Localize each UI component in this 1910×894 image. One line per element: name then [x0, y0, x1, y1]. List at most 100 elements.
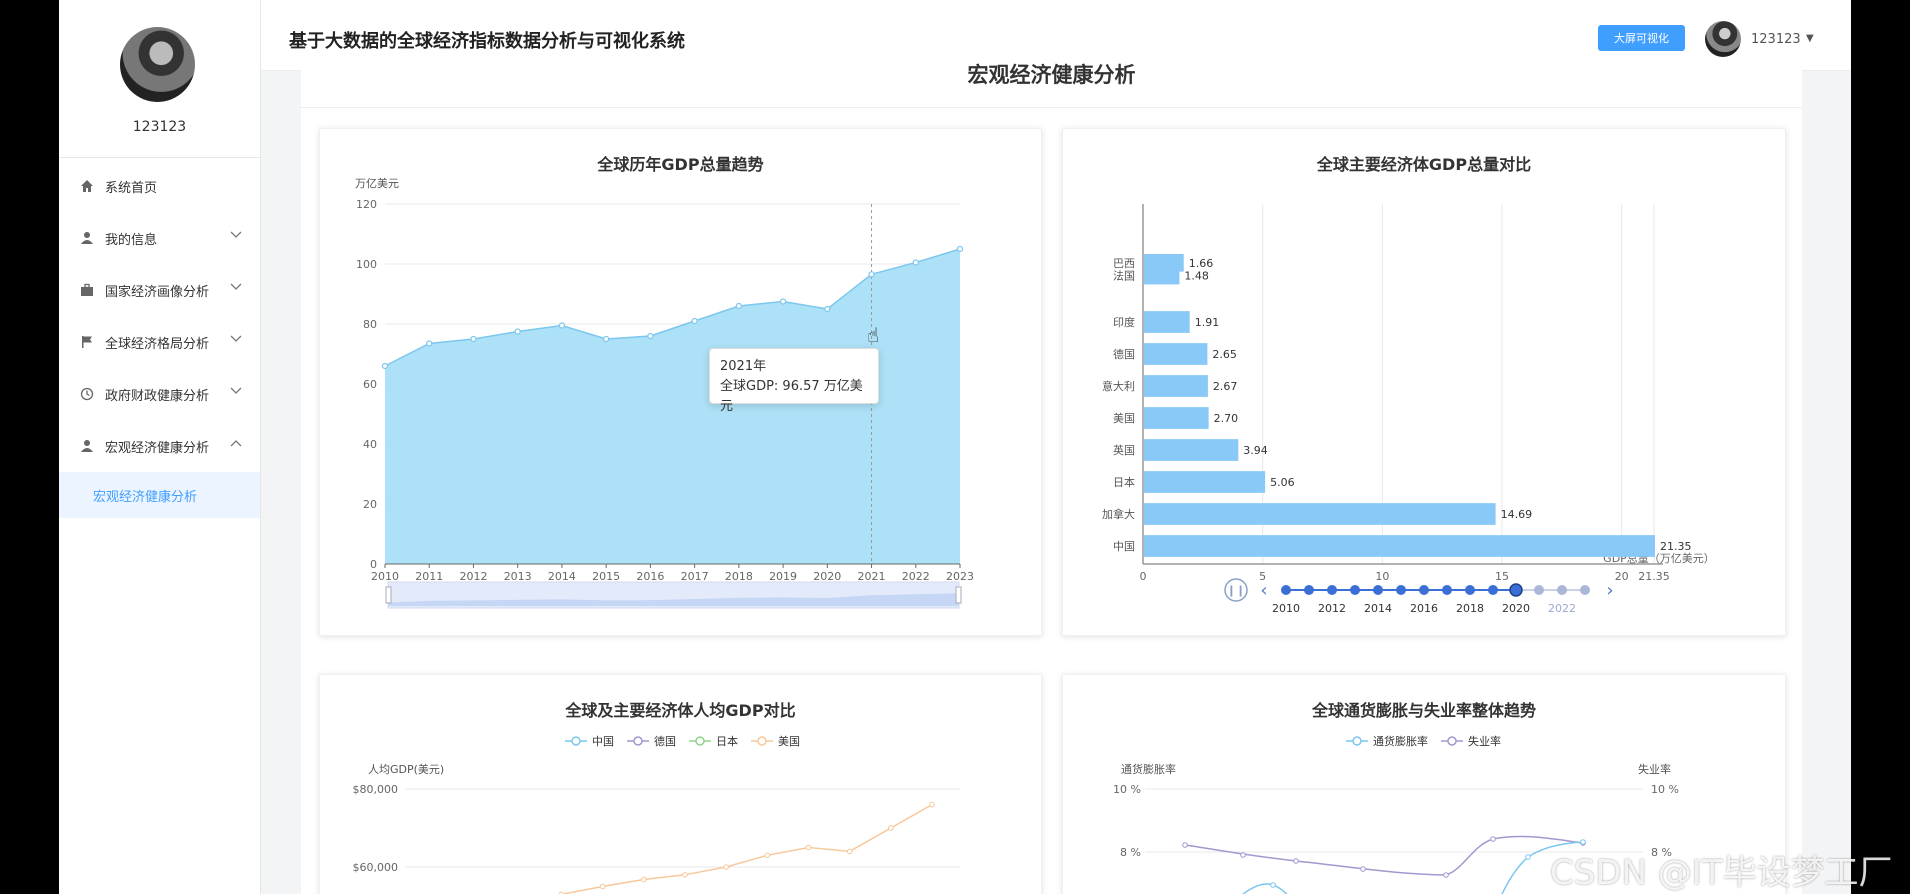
zoom-slider-handle-right: [955, 586, 962, 604]
bar-value-label: 1.66: [1189, 257, 1214, 270]
x-tick-label: 10: [1375, 570, 1389, 583]
legend-marker: [757, 736, 767, 746]
legend-label: 美国: [778, 735, 800, 748]
legend-marker: [571, 736, 581, 746]
chevron-down-icon: [230, 283, 242, 294]
timeline-point: [1442, 585, 1452, 595]
y-axis-label: 万亿美元: [355, 177, 399, 190]
x-tick-label: 2013: [504, 570, 532, 583]
briefcase-icon: [79, 282, 95, 298]
data-point: [1580, 839, 1586, 845]
clock-icon: [79, 386, 95, 402]
y-tick-label: 100: [356, 258, 377, 271]
legend-marker: [695, 736, 705, 746]
data-point: [647, 332, 654, 340]
x-tick-label: 20: [1615, 570, 1629, 583]
sidebar-item-home[interactable]: 系统首页: [59, 160, 260, 212]
gdp-trend-chart[interactable]: 万亿美元0204060801001202010 2011 2012 2013 2014 2…: [320, 129, 1041, 635]
y-tick-label: 美国: [1113, 412, 1135, 425]
gdp-trend-card: 全球历年GDP总量趋势 万亿美元 0 20 40 60 80 100 120 2010 2011 2…: [319, 128, 1042, 636]
sidebar-menu: 系统首页 我的信息 国家经济画像分析 全球经济格局分析 政府财政健康分析 宏观经…: [59, 160, 260, 518]
page-title: 宏观经济健康分析: [301, 65, 1802, 108]
y-tick-label: 加拿大: [1102, 507, 1135, 521]
y-tick-label: 中国: [1113, 540, 1135, 553]
data-point: [1360, 866, 1366, 872]
bar: [1144, 407, 1209, 429]
bar: [1144, 535, 1655, 557]
y-tick-label: 意大利: [1102, 379, 1135, 393]
per-capita-chart[interactable]: 中国 德国 日本 美国人均GDP(美元) $80,000 $60,000: [320, 675, 1041, 894]
timeline-point: [1327, 585, 1337, 595]
data-point: [956, 245, 964, 253]
bar-value-label: 5.06: [1270, 476, 1295, 489]
bar-value-label: 1.48: [1184, 270, 1209, 283]
bar: [1144, 503, 1496, 525]
timeline-label: 2014: [1364, 602, 1392, 615]
legend-marker: [1352, 736, 1362, 746]
legend-label: 通货膨胀率: [1373, 734, 1428, 748]
timeline-point: [1396, 585, 1406, 595]
timeline-point: [1488, 585, 1498, 595]
sidebar-item-label: 系统首页: [105, 180, 158, 196]
bar: [1144, 311, 1190, 333]
hand-cursor-icon: ☝: [867, 323, 880, 347]
sidebar-subitem-macro-health[interactable]: 宏观经济健康分析: [59, 472, 260, 518]
data-point: [426, 340, 433, 347]
y-axis-label: 人均GDP(美元): [368, 763, 444, 776]
header-bar: 基于大数据的全球经济指标数据分析与可视化系统 大屏可视化 123123 ▼: [261, 0, 1851, 71]
bar-value-label: 14.69: [1501, 508, 1533, 521]
sidebar-item-label: 宏观经济健康分析: [105, 440, 210, 456]
x-tick-label: 2021: [858, 570, 886, 583]
data-point: [603, 335, 610, 343]
timeline-point: [1580, 585, 1590, 595]
chevron-left-icon: ‹: [1260, 580, 1267, 601]
bar-value-label: 2.65: [1212, 348, 1237, 361]
data-point: [1525, 854, 1531, 860]
app-window: 123123 系统首页 我的信息 国家经济画像分析 全球经济格局分析 政府财政健…: [59, 0, 1851, 894]
timeline-point: [1373, 585, 1383, 595]
y-tick-label-right: 10 %: [1651, 783, 1679, 796]
y-tick-label: 120: [356, 198, 377, 211]
data-point: [641, 876, 647, 883]
data-point: [723, 864, 729, 870]
data-point: [735, 302, 742, 310]
y-tick-label: 德国: [1113, 347, 1135, 361]
x-tick-label: 2011: [415, 570, 443, 583]
legend-label: 日本: [716, 734, 738, 748]
timeline-point: [1419, 585, 1429, 595]
gdp-compare-card: 全球主要经济体GDP总量对比 0 5 10 15 20 21.35 GDP总量（万亿美元） 2…: [1062, 128, 1786, 636]
user-icon: [79, 230, 95, 246]
header-username[interactable]: 123123: [1751, 32, 1801, 47]
sidebar-divider: [59, 157, 260, 158]
caret-down-icon[interactable]: ▼: [1806, 33, 1814, 44]
x-tick-label: 2022: [902, 570, 930, 583]
sidebar-item-fiscal-health[interactable]: 政府财政健康分析: [59, 368, 260, 420]
home-icon: [79, 178, 95, 194]
y-tick-label: 巴西: [1113, 257, 1135, 270]
data-point: [381, 362, 389, 370]
sidebar-item-my-info[interactable]: 我的信息: [59, 212, 260, 264]
avatar[interactable]: [1705, 21, 1741, 57]
y-axis-label-left: 通货膨胀率: [1121, 762, 1176, 776]
sidebar-item-label: 全球经济格局分析: [105, 336, 210, 352]
data-point: [691, 317, 698, 325]
bar: [1144, 375, 1208, 397]
sidebar-avatar[interactable]: [120, 27, 195, 102]
data-point: [1293, 858, 1299, 864]
timeline-point: [1281, 585, 1291, 595]
y-tick-label: 60: [363, 378, 377, 391]
bar-value-label: 2.70: [1214, 412, 1239, 425]
data-point: [1443, 872, 1449, 878]
data-point: [1270, 882, 1276, 888]
gdp-compare-chart[interactable]: 0 5 10 15 20 21.35GDP总量（万亿美元）21.35中国14.69加拿大5…: [1063, 129, 1785, 635]
page-header-title: 基于大数据的全球经济指标数据分析与可视化系统: [289, 31, 685, 52]
sidebar-item-global-pattern[interactable]: 全球经济格局分析: [59, 316, 260, 368]
x-tick-label: 21.35: [1638, 570, 1670, 583]
sidebar-item-macro-health[interactable]: 宏观经济健康分析: [59, 420, 260, 472]
sidebar-item-country-profile[interactable]: 国家经济画像分析: [59, 264, 260, 316]
chart-tooltip: 2021年 全球GDP: 96.57 万亿美元: [709, 348, 879, 414]
legend-marker: [633, 736, 643, 746]
data-point: [846, 848, 853, 855]
bigscreen-button[interactable]: 大屏可视化: [1598, 25, 1685, 51]
data-point: [779, 298, 787, 305]
